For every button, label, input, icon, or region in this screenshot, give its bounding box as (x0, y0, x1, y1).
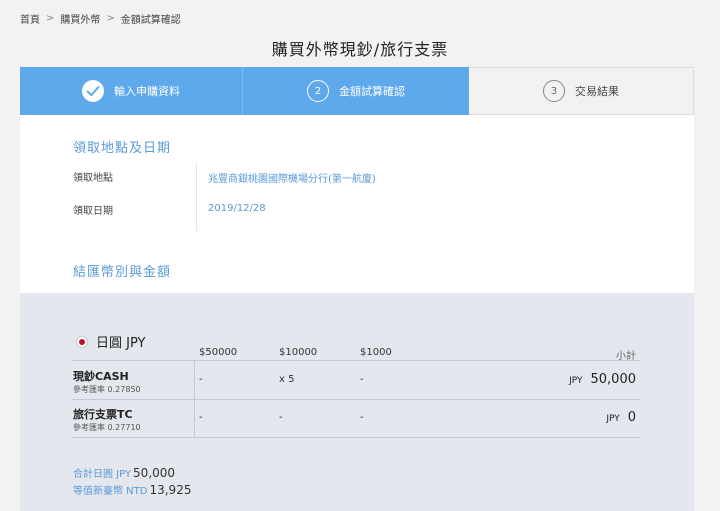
row-cash-cell-50000: - (199, 374, 203, 385)
location-label: 領取地點 (73, 173, 113, 184)
pickup-panel: 領取地點及日期 領取地點 兆豐商銀桃園國際機場分行(第一航廈) 領取日期 201… (20, 115, 694, 293)
row-cash-cell-10000: x 5 (279, 374, 295, 385)
breadcrumb: 首頁 > 購買外幣 > 金額試算確認 (20, 11, 181, 26)
row-tc-amount: 0 (627, 410, 636, 425)
row-tc-title: 旅行支票TC (73, 408, 133, 421)
settlement-panel: 日圓 JPY $50000 $10000 $1000 小計 現鈔CASH 參考匯… (20, 293, 694, 511)
row-tc-cell-1000: - (360, 412, 364, 423)
step-3-number: 3 (543, 80, 565, 102)
location-value: 兆豐商銀桃園國際機場分行(第一航廈) (208, 174, 376, 185)
row-cash-cell-1000: - (360, 374, 364, 385)
step-indicator: 輸入申購資料 2 金額試算確認 3 交易結果 (20, 67, 694, 115)
table-row-line (72, 399, 640, 400)
japan-flag-icon (76, 335, 88, 348)
step-3: 3 交易結果 (469, 67, 694, 115)
currency-name: 日圓 JPY (76, 332, 145, 351)
date-label: 領取日期 (73, 206, 113, 217)
total-ntd-value: 13,925 (149, 483, 192, 497)
row-cash-rate: 參考匯率 0.27850 (73, 385, 141, 394)
row-divider (194, 361, 195, 399)
row-cash-currency: JPY (569, 376, 583, 386)
step-2: 2 金額試算確認 (243, 67, 469, 115)
row-divider (194, 400, 195, 437)
pickup-heading: 領取地點及日期 (73, 141, 172, 156)
row-tc-cell-10000: - (279, 412, 283, 423)
total-ntd-label: 等值新臺幣 NTD (73, 486, 148, 497)
row-cash-amount: 50,000 (590, 372, 637, 387)
total-jpy-value: 50,000 (133, 466, 176, 480)
date-value: 2019/12/28 (208, 203, 266, 214)
table-header-line (72, 360, 640, 361)
step-2-number: 2 (307, 80, 329, 102)
step-2-label: 金額試算確認 (339, 85, 405, 98)
step-3-label: 交易結果 (575, 85, 619, 98)
row-cash-subtotal: JPY 50,000 (569, 372, 636, 387)
breadcrumb-buy-foreign[interactable]: 購買外幣 (60, 11, 100, 26)
total-jpy-label: 合計日圓 JPY (73, 469, 132, 480)
step-1: 輸入申購資料 (20, 67, 243, 115)
column-header-1000: $1000 (360, 347, 392, 358)
check-icon (82, 80, 104, 102)
breadcrumb-home[interactable]: 首頁 (20, 11, 40, 26)
breadcrumb-separator: > (106, 13, 115, 24)
row-tc-subtotal: JPY 0 (606, 410, 636, 425)
total-ntd: 等值新臺幣 NTD 13,925 (73, 482, 191, 497)
column-header-50000: $50000 (199, 347, 238, 358)
total-jpy: 合計日圓 JPY 50,000 (73, 465, 175, 480)
row-cash-title: 現鈔CASH (73, 370, 129, 383)
breadcrumb-separator: > (46, 13, 55, 24)
table-bottom-line (72, 437, 640, 438)
row-tc-cell-50000: - (199, 412, 203, 423)
row-tc-rate: 參考匯率 0.27710 (73, 423, 141, 432)
row-tc-currency: JPY (606, 414, 620, 424)
settlement-heading: 結匯幣別與金額 (73, 265, 172, 280)
breadcrumb-current: 金額試算確認 (120, 15, 181, 26)
column-header-10000: $10000 (279, 347, 318, 358)
info-divider (196, 163, 197, 231)
step-1-label: 輸入申購資料 (114, 85, 180, 98)
page-title: 購買外幣現鈔/旅行支票 (271, 40, 449, 59)
currency-label: 日圓 JPY (96, 336, 146, 351)
